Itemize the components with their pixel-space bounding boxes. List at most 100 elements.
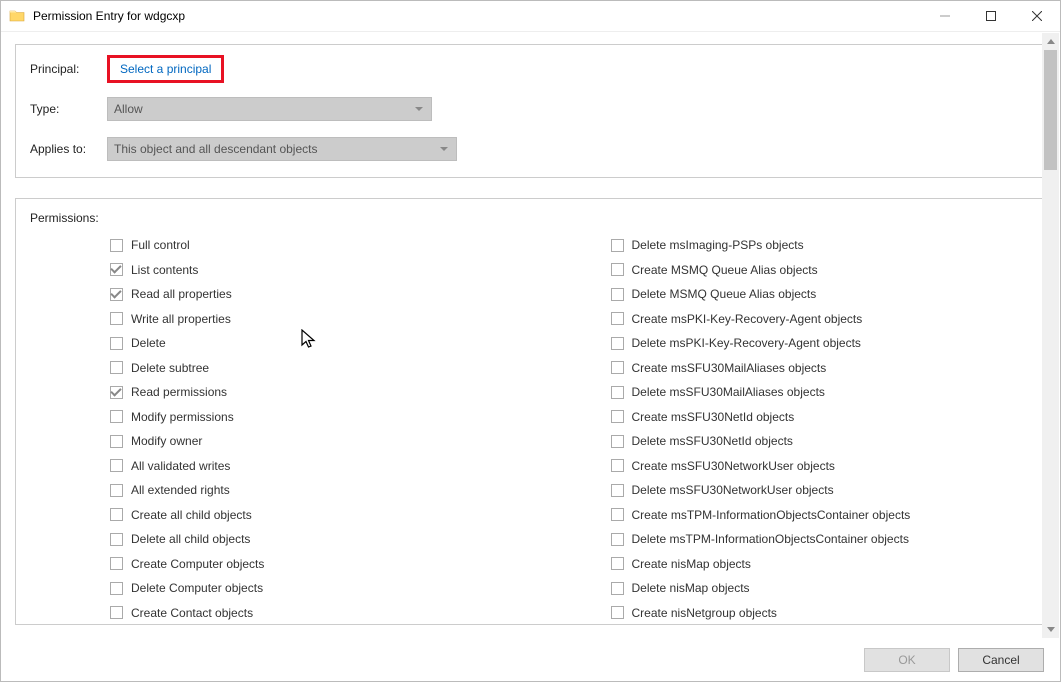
permission-item[interactable]: Create msTPM-InformationObjectsContainer… [531, 503, 1032, 528]
checkbox[interactable] [110, 508, 123, 521]
checkbox[interactable] [611, 239, 624, 252]
permission-item[interactable]: Create msSFU30NetworkUser objects [531, 454, 1032, 479]
checkbox[interactable] [611, 484, 624, 497]
checkbox[interactable] [110, 312, 123, 325]
permission-item[interactable]: Modify permissions [30, 405, 531, 430]
checkbox[interactable] [611, 288, 624, 301]
permissions-column-left: Full control List contents Read all proper… [30, 233, 531, 625]
permission-item[interactable]: Delete [30, 331, 531, 356]
applies-to-dropdown[interactable]: This object and all descendant objects [107, 137, 457, 161]
permission-label: Delete all child objects [131, 532, 250, 546]
folder-icon [9, 8, 25, 24]
checkbox[interactable] [611, 435, 624, 448]
permission-item[interactable]: Create MSMQ Queue Alias objects [531, 258, 1032, 283]
permission-item[interactable]: Create msSFU30NetId objects [531, 405, 1032, 430]
permission-item[interactable]: Create Computer objects [30, 552, 531, 577]
checkbox[interactable] [611, 312, 624, 325]
permission-label: All validated writes [131, 459, 230, 473]
checkbox[interactable] [110, 557, 123, 570]
checkbox[interactable] [110, 459, 123, 472]
permission-item[interactable]: Delete msSFU30NetId objects [531, 429, 1032, 454]
permission-item[interactable]: Write all properties [30, 307, 531, 332]
permission-label: List contents [131, 263, 198, 277]
permission-label: Create all child objects [131, 508, 252, 522]
permission-label: Delete msSFU30MailAliases objects [632, 385, 825, 399]
checkbox[interactable] [110, 410, 123, 423]
type-label: Type: [30, 102, 107, 116]
permission-label: Create MSMQ Queue Alias objects [632, 263, 818, 277]
permission-label: Delete MSMQ Queue Alias objects [632, 287, 817, 301]
checkbox[interactable] [611, 410, 624, 423]
permission-item[interactable]: Create nisMap objects [531, 552, 1032, 577]
permission-label: Delete msPKI-Key-Recovery-Agent objects [632, 336, 861, 350]
permission-item[interactable]: Read permissions [30, 380, 531, 405]
permission-item[interactable]: Create msSFU30MailAliases objects [531, 356, 1032, 381]
checkbox[interactable] [110, 484, 123, 497]
checkbox[interactable] [110, 533, 123, 546]
minimize-button[interactable] [922, 1, 968, 31]
checkbox[interactable] [611, 582, 624, 595]
checkbox[interactable] [611, 386, 624, 399]
close-button[interactable] [1014, 1, 1060, 31]
permission-item[interactable]: Create msPKI-Key-Recovery-Agent objects [531, 307, 1032, 332]
checkbox[interactable] [110, 288, 123, 301]
select-principal-link[interactable]: Select a principal [120, 62, 211, 76]
permission-item[interactable]: Create all child objects [30, 503, 531, 528]
checkbox[interactable] [611, 557, 624, 570]
checkbox[interactable] [110, 337, 123, 350]
permission-label: Delete subtree [131, 361, 209, 375]
checkbox[interactable] [110, 582, 123, 595]
permission-label: Delete [131, 336, 166, 350]
scrollbar-track[interactable] [1042, 50, 1059, 621]
checkbox[interactable] [611, 606, 624, 619]
permission-item[interactable]: Create Contact objects [30, 601, 531, 626]
checkbox[interactable] [110, 386, 123, 399]
type-dropdown[interactable]: Allow [107, 97, 432, 121]
permission-item[interactable]: Create nisNetgroup objects [531, 601, 1032, 626]
permission-item[interactable]: All extended rights [30, 478, 531, 503]
scroll-down-arrow[interactable] [1042, 621, 1059, 638]
permission-label: Delete msImaging-PSPs objects [632, 238, 804, 252]
permission-item[interactable]: Delete msPKI-Key-Recovery-Agent objects [531, 331, 1032, 356]
permission-item[interactable]: Delete subtree [30, 356, 531, 381]
cancel-button[interactable]: Cancel [958, 648, 1044, 672]
permission-item[interactable]: Delete nisMap objects [531, 576, 1032, 601]
permission-item[interactable]: Full control [30, 233, 531, 258]
checkbox[interactable] [611, 361, 624, 374]
checkbox[interactable] [611, 337, 624, 350]
permission-label: Create msPKI-Key-Recovery-Agent objects [632, 312, 863, 326]
permissions-column-right: Delete msImaging-PSPs objects Create MSMQ… [531, 233, 1032, 625]
checkbox[interactable] [611, 263, 624, 276]
scrollbar-thumb[interactable] [1044, 50, 1057, 170]
permission-item[interactable]: Delete all child objects [30, 527, 531, 552]
permission-item[interactable]: List contents [30, 258, 531, 283]
checkbox[interactable] [611, 508, 624, 521]
checkbox[interactable] [110, 435, 123, 448]
permission-item[interactable]: Delete msTPM-InformationObjectsContainer… [531, 527, 1032, 552]
permission-label: All extended rights [131, 483, 230, 497]
maximize-button[interactable] [968, 1, 1014, 31]
checkbox[interactable] [611, 459, 624, 472]
checkbox[interactable] [110, 263, 123, 276]
permission-item[interactable]: Delete Computer objects [30, 576, 531, 601]
scrollbar[interactable] [1042, 33, 1059, 638]
checkbox[interactable] [110, 239, 123, 252]
permission-label: Create Computer objects [131, 557, 264, 571]
permission-item[interactable]: All validated writes [30, 454, 531, 479]
permission-item[interactable]: Read all properties [30, 282, 531, 307]
footer: OK Cancel [1, 639, 1060, 681]
checkbox[interactable] [611, 533, 624, 546]
permission-label: Create msSFU30MailAliases objects [632, 361, 827, 375]
permission-item[interactable]: Modify owner [30, 429, 531, 454]
permission-label: Modify owner [131, 434, 202, 448]
checkbox[interactable] [110, 606, 123, 619]
permission-item[interactable]: Delete msImaging-PSPs objects [531, 233, 1032, 258]
permission-label: Full control [131, 238, 190, 252]
ok-button[interactable]: OK [864, 648, 950, 672]
scroll-up-arrow[interactable] [1042, 33, 1059, 50]
permission-label: Delete msSFU30NetworkUser objects [632, 483, 834, 497]
permission-item[interactable]: Delete MSMQ Queue Alias objects [531, 282, 1032, 307]
permission-item[interactable]: Delete msSFU30NetworkUser objects [531, 478, 1032, 503]
permission-item[interactable]: Delete msSFU30MailAliases objects [531, 380, 1032, 405]
checkbox[interactable] [110, 361, 123, 374]
